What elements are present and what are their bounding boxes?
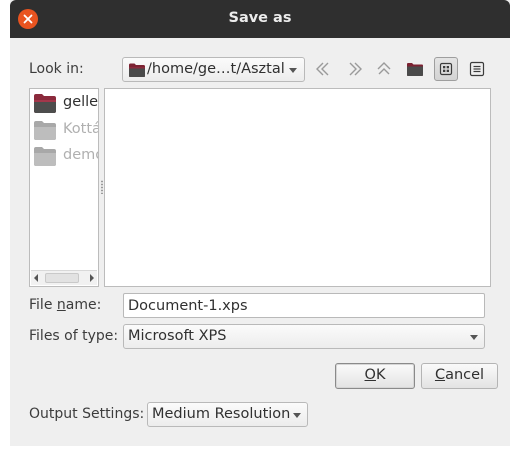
home-folder-icon (34, 94, 56, 113)
scroll-right-button[interactable] (85, 271, 97, 285)
forward-button[interactable] (342, 57, 366, 81)
file-name-label-suffix: ame: (65, 297, 102, 313)
output-settings-combobox[interactable]: Medium Resolution (147, 402, 308, 427)
back-icon (316, 62, 329, 76)
new-folder-icon (407, 63, 423, 76)
look-in-path: /home/ge…t/Asztal (147, 61, 285, 77)
file-name-input[interactable] (123, 293, 485, 318)
title-bar[interactable]: Save as (10, 0, 510, 38)
chevron-down-icon (470, 335, 478, 340)
folder-icon (129, 63, 145, 77)
folder-icon (34, 121, 56, 140)
parent-directory-button[interactable] (372, 57, 396, 81)
ok-button-label: K (375, 367, 386, 383)
file-name-label: File name: (29, 297, 101, 313)
file-name-label-prefix: File (29, 297, 57, 313)
look-in-label: Look in: (29, 61, 84, 77)
back-button[interactable] (312, 57, 336, 81)
output-settings-selected: Medium Resolution (152, 406, 291, 422)
detail-view-icon (469, 61, 485, 77)
arrow-right-icon (90, 274, 94, 282)
cancel-button-label: ancel (445, 367, 485, 383)
arrow-left-icon (34, 274, 38, 282)
icon-view-button[interactable] (434, 57, 458, 81)
file-list-view[interactable] (104, 88, 491, 287)
forward-icon (349, 62, 362, 76)
places-sidebar[interactable]: geller Kottá demo (29, 88, 99, 287)
splitter-grip-icon (101, 180, 103, 194)
folder-icon (34, 147, 56, 166)
ok-button[interactable]: OK (335, 363, 415, 389)
save-as-dialog: Save as Look in: /home/ge…t/Asztal gelle… (10, 0, 510, 446)
file-type-label: Files of type: (29, 328, 119, 344)
icon-view-icon (439, 62, 453, 76)
new-folder-button[interactable] (403, 57, 427, 81)
scroll-left-button[interactable] (31, 271, 43, 285)
sidebar-item-home[interactable]: geller (32, 91, 99, 115)
sidebar-item-label: Kottá (63, 121, 99, 137)
parent-directory-icon (377, 62, 391, 75)
scrollbar-thumb[interactable] (45, 273, 79, 283)
cancel-button[interactable]: Cancel (421, 363, 498, 389)
sidebar-item-kotta[interactable]: Kottá (32, 118, 99, 142)
detail-view-button[interactable] (465, 57, 489, 81)
chevron-down-icon (293, 413, 301, 418)
output-settings-label: Output Settings: (29, 406, 145, 422)
sidebar-horizontal-scrollbar[interactable] (31, 270, 97, 285)
chevron-down-icon (289, 68, 297, 73)
dialog-title: Save as (228, 10, 292, 26)
file-type-selected: Microsoft XPS (128, 328, 227, 344)
sidebar-item-label: geller (63, 94, 99, 110)
look-in-combobox[interactable]: /home/ge…t/Asztal (122, 57, 305, 82)
sidebar-item-demo[interactable]: demo (32, 144, 98, 168)
file-name-label-accel: n (56, 297, 66, 313)
ok-button-accel: O (364, 367, 376, 383)
file-type-combobox[interactable]: Microsoft XPS (123, 324, 485, 349)
sidebar-item-label: demo (63, 147, 98, 163)
cancel-button-accel: C (434, 367, 446, 383)
